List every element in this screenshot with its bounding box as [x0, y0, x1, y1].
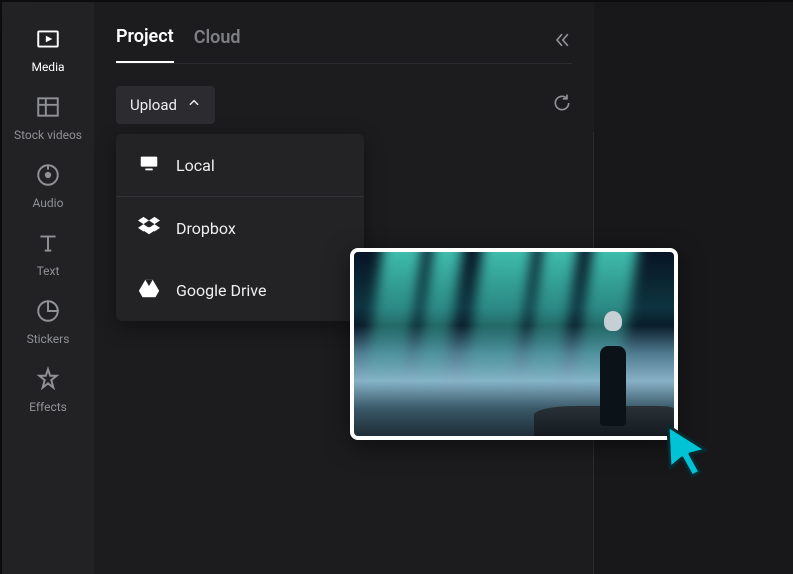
sidebar-item-media[interactable]: Media: [31, 26, 64, 74]
upload-option-label: Local: [176, 156, 215, 175]
sidebar-item-effects[interactable]: Effects: [29, 366, 67, 414]
action-row: Upload: [116, 86, 572, 124]
audio-icon: [35, 162, 61, 192]
collapse-panel-button[interactable]: [552, 30, 572, 54]
upload-option-dropbox[interactable]: Dropbox: [116, 197, 364, 259]
upload-option-label: Dropbox: [176, 219, 236, 238]
sidebar-item-stickers[interactable]: Stickers: [27, 298, 70, 346]
media-thumbnail[interactable]: [350, 248, 678, 440]
monitor-icon: [138, 152, 160, 178]
cursor-icon: [662, 420, 716, 482]
text-icon: [35, 230, 61, 260]
upload-option-local[interactable]: Local: [116, 134, 364, 197]
sidebar-item-label: Media: [31, 60, 64, 74]
dropbox-icon: [138, 215, 160, 241]
sidebar-item-label: Effects: [29, 400, 67, 414]
sidebar-item-label: Text: [37, 264, 60, 278]
sidebar: Media Stock videos Audio: [2, 2, 94, 574]
sidebar-item-label: Audio: [33, 196, 64, 210]
sidebar-item-label: Stock videos: [14, 128, 82, 142]
stock-videos-icon: [35, 94, 61, 124]
upload-dropdown: Local Dropbox: [116, 134, 364, 321]
sidebar-item-text[interactable]: Text: [35, 230, 61, 278]
effects-icon: [35, 366, 61, 396]
tab-cloud[interactable]: Cloud: [194, 21, 241, 62]
tab-project[interactable]: Project: [116, 20, 174, 63]
tab-row: Project Cloud: [116, 20, 572, 64]
upload-option-label: Google Drive: [176, 281, 266, 300]
stickers-icon: [35, 298, 61, 328]
google-drive-icon: [138, 277, 160, 303]
sidebar-item-audio[interactable]: Audio: [33, 162, 64, 210]
app-frame: Media Stock videos Audio: [2, 2, 793, 574]
refresh-button[interactable]: [552, 93, 572, 117]
upload-button-label: Upload: [130, 96, 177, 114]
sidebar-item-stock-videos[interactable]: Stock videos: [14, 94, 82, 142]
upload-button[interactable]: Upload: [116, 86, 215, 124]
chevron-up-icon: [187, 96, 201, 114]
media-icon: [35, 26, 61, 56]
upload-option-google-drive[interactable]: Google Drive: [116, 259, 364, 321]
sidebar-item-label: Stickers: [27, 332, 70, 346]
